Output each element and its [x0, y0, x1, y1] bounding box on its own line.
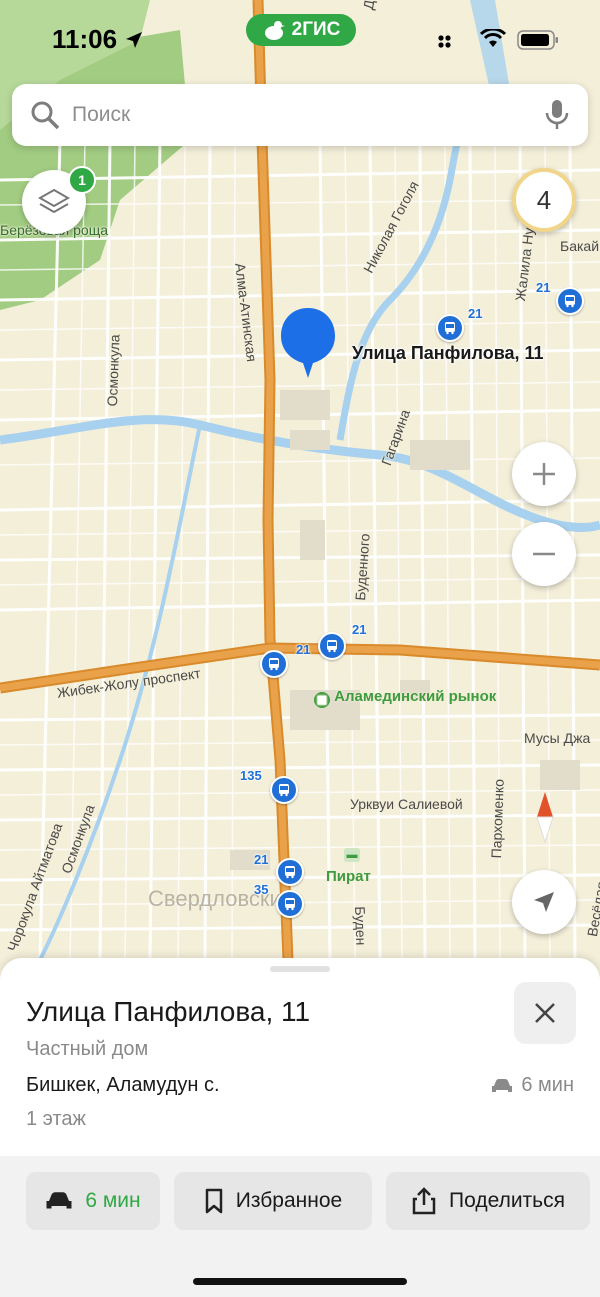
route-button-label: 6 мин: [85, 1189, 141, 1212]
market-label: Аламединский рынок: [334, 688, 497, 705]
traffic-score-value: 4: [536, 184, 552, 215]
brand-badge[interactable]: 2ГИС: [246, 14, 356, 46]
plus-icon: [533, 463, 555, 485]
car-icon: [492, 1078, 513, 1092]
route-number: 21: [296, 642, 311, 657]
bus-stop-icon[interactable]: [276, 858, 304, 886]
bus-stop-icon[interactable]: [556, 287, 584, 315]
street-label: Мусы Джа: [524, 730, 591, 746]
search-icon: [31, 101, 60, 130]
zoom-out-button[interactable]: [512, 522, 576, 586]
share-button-label: Поделиться: [449, 1189, 565, 1212]
location-services-icon: [126, 32, 143, 48]
close-icon: [535, 1003, 555, 1023]
route-number: 35: [254, 882, 269, 897]
zoom-in-button[interactable]: [512, 442, 576, 506]
market-icon: ▦: [314, 692, 330, 708]
place-card[interactable]: Улица Панфилова, 11 Частный дом Бишкек, …: [0, 958, 600, 1297]
traffic-score-button[interactable]: 4: [512, 168, 576, 232]
layers-icon: [37, 188, 71, 214]
compass-icon[interactable]: [530, 790, 560, 844]
close-button[interactable]: [514, 982, 576, 1044]
route-number: 21: [536, 280, 551, 295]
floor-count: 1 этаж: [26, 1108, 86, 1130]
bus-stop-icon[interactable]: [270, 776, 298, 804]
favorite-button-label: Избранное: [235, 1189, 343, 1212]
my-location-button[interactable]: [512, 870, 576, 934]
selected-place-label: Улица Панфилова, 11: [352, 343, 544, 363]
bus-stop-icon[interactable]: [436, 314, 464, 342]
street-label: Пархоменко: [488, 778, 507, 859]
place-address: Бишкек, Аламудун с.: [26, 1074, 220, 1096]
share-icon: [412, 1187, 436, 1215]
sheet-handle[interactable]: [270, 966, 330, 972]
hotel-label: Пират: [326, 868, 371, 885]
clock: 11:06: [52, 24, 144, 55]
microphone-icon[interactable]: [544, 98, 570, 132]
favorite-button[interactable]: Избранное: [174, 1172, 372, 1230]
home-indicator[interactable]: [193, 1278, 407, 1285]
street-label: Буден: [352, 906, 370, 946]
share-button[interactable]: Поделиться: [386, 1172, 590, 1230]
market-poi[interactable]: ▦ Аламединский рынок: [314, 688, 496, 708]
street-label: Бакай: [560, 238, 600, 254]
route-number: 21: [352, 622, 367, 637]
route-number: 21: [468, 306, 483, 321]
brand-label: 2ГИС: [291, 19, 341, 40]
search-input[interactable]: Поиск: [72, 103, 130, 127]
drive-eta: 6 мин: [491, 1074, 574, 1097]
layers-count-badge: 1: [68, 166, 96, 194]
route-number: 21: [254, 852, 269, 867]
battery-icon: [517, 30, 559, 55]
location-pin-icon[interactable]: [278, 306, 338, 380]
action-bar: 6 мин Избранное Поделиться: [0, 1156, 600, 1297]
car-icon: [46, 1192, 72, 1209]
signal-icon: [438, 34, 458, 53]
place-type: Частный дом: [26, 1038, 149, 1060]
district-label: Свердловский: [148, 886, 295, 911]
street-label: Урквуи Салиевой: [350, 796, 463, 812]
minus-icon: [533, 552, 555, 556]
status-bar: 11:06 2ГИС: [0, 0, 600, 80]
hotel-icon[interactable]: ▬: [344, 848, 360, 862]
street-label: Осмонкула: [104, 334, 123, 407]
brand-logo-icon: [264, 21, 285, 40]
place-title: Улица Панфилова, 11: [26, 996, 311, 1027]
wifi-icon: [479, 27, 507, 54]
search-bar[interactable]: Поиск: [12, 84, 588, 146]
location-arrow-icon: [534, 892, 554, 912]
bookmark-icon: [205, 1188, 223, 1214]
route-button[interactable]: 6 мин: [26, 1172, 160, 1230]
bus-stop-icon[interactable]: [260, 650, 288, 678]
bus-stop-icon[interactable]: [318, 632, 346, 660]
bus-stop-icon[interactable]: [276, 890, 304, 918]
route-number: 135: [240, 768, 262, 783]
